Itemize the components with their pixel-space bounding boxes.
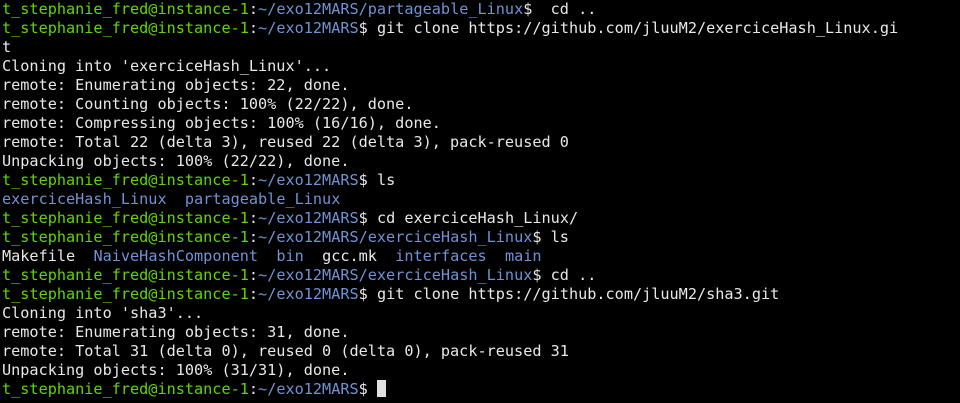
command-text: cd .. (532, 0, 597, 18)
terminal-cursor (376, 380, 386, 397)
prompt-separator: : (248, 266, 259, 284)
prompt-separator: : (248, 209, 259, 227)
prompt-user-host: t_stephanie_fred@instance-1 (2, 228, 249, 246)
prompt-line: t_stephanie_fred@instance-1:~/exo12MARS/… (2, 266, 960, 285)
prompt-line: t_stephanie_fred@instance-1:~/exo12MARS/… (2, 228, 960, 247)
prompt-separator: : (248, 0, 259, 18)
prompt-user-host: t_stephanie_fred@instance-1 (2, 0, 249, 18)
prompt-path: ~/exo12MARS (258, 171, 359, 189)
prompt-line: t_stephanie_fred@instance-1:~/exo12MARS$… (2, 19, 960, 38)
output-text: remote: Counting objects: 100% (22/22), … (2, 95, 414, 113)
output-text: remote: Total 22 (delta 3), reused 22 (d… (2, 133, 569, 151)
prompt-path: ~/exo12MARS (258, 19, 359, 37)
ls-output-line: Makefile NaiveHashComponent bin gcc.mk i… (2, 247, 960, 266)
prompt-dollar: $ (532, 266, 542, 284)
output-line: Cloning into 'sha3'... (2, 304, 960, 323)
prompt-dollar: $ (358, 171, 368, 189)
file-entry: gcc.mk (322, 247, 377, 265)
output-text: remote: Enumerating objects: 22, done. (2, 76, 350, 94)
prompt-line: t_stephanie_fred@instance-1:~/exo12MARS$… (2, 171, 960, 190)
prompt-separator: : (248, 285, 259, 303)
output-text: Unpacking objects: 100% (31/31), done. (2, 361, 350, 379)
prompt-user-host: t_stephanie_fred@instance-1 (2, 171, 249, 189)
directory-entry: main (504, 247, 542, 265)
prompt-line: t_stephanie_fred@instance-1:~/exo12MARS$… (2, 285, 960, 304)
command-text: ls (541, 228, 569, 246)
directory-entry: partageable_Linux (184, 190, 341, 208)
output-line: Unpacking objects: 100% (22/22), done. (2, 152, 960, 171)
prompt-user-host: t_stephanie_fred@instance-1 (2, 19, 249, 37)
output-text: Cloning into 'exerciceHash_Linux'... (2, 57, 332, 75)
prompt-user-host: t_stephanie_fred@instance-1 (2, 266, 249, 284)
output-text: Unpacking objects: 100% (22/22), done. (2, 152, 350, 170)
directory-entry: exerciceHash_Linux (2, 190, 167, 208)
prompt-user-host: t_stephanie_fred@instance-1 (2, 380, 249, 398)
command-text: cd .. (541, 266, 597, 284)
output-text: remote: Compressing objects: 100% (16/16… (2, 114, 441, 132)
prompt-dollar: $ (532, 228, 542, 246)
prompt-path: ~/exo12MARS/partageable_Linux (258, 0, 524, 18)
directory-entry: interfaces (395, 247, 487, 265)
prompt-dollar: $ (358, 285, 368, 303)
prompt-line: t_stephanie_fred@instance-1:~/exo12MARS$ (2, 380, 960, 399)
prompt-separator: : (248, 228, 259, 246)
output-line: Cloning into 'exerciceHash_Linux'... (2, 57, 960, 76)
command-text: git clone https://github.com/jluuM2/sha3… (367, 285, 780, 303)
output-text: remote: Total 31 (delta 0), reused 0 (de… (2, 342, 569, 360)
prompt-separator: : (248, 380, 259, 398)
output-line: remote: Enumerating objects: 31, done. (2, 323, 960, 342)
command-text: cd exerciceHash_Linux/ (367, 209, 579, 227)
output-text: Cloning into 'sha3'... (2, 304, 204, 322)
command-text: ls (367, 171, 396, 189)
prompt-dollar: $ (358, 19, 368, 37)
directory-entry: bin (276, 247, 304, 265)
prompt-dollar: $ (358, 209, 368, 227)
prompt-user-host: t_stephanie_fred@instance-1 (2, 209, 249, 227)
prompt-path: ~/exo12MARS/exerciceHash_Linux (258, 228, 533, 246)
output-line: remote: Enumerating objects: 22, done. (2, 76, 960, 95)
prompt-line: t_stephanie_fred@instance-1:~/exo12MARS$… (2, 209, 960, 228)
directory-entry: NaiveHashComponent (93, 247, 259, 265)
prompt-path: ~/exo12MARS (258, 285, 359, 303)
prompt-user-host: t_stephanie_fred@instance-1 (2, 285, 249, 303)
terminal-window[interactable]: t_stephanie_fred@instance-1:~/exo12MARS/… (0, 0, 960, 403)
command-text: git clone https://github.com/jluuM2/exer… (367, 19, 899, 37)
prompt-separator: : (248, 19, 259, 37)
file-entry: Makefile (2, 247, 76, 265)
output-line: remote: Compressing objects: 100% (16/16… (2, 114, 960, 133)
prompt-line: t_stephanie_fred@instance-1:~/exo12MARS/… (2, 0, 960, 19)
output-text: remote: Enumerating objects: 31, done. (2, 323, 350, 341)
output-line: remote: Counting objects: 100% (22/22), … (2, 95, 960, 114)
output-text: t (2, 38, 12, 56)
output-line: t (2, 38, 960, 57)
prompt-path: ~/exo12MARS (258, 209, 359, 227)
output-line: remote: Total 31 (delta 0), reused 0 (de… (2, 342, 960, 361)
prompt-dollar: $ (523, 0, 533, 18)
prompt-separator: : (248, 171, 259, 189)
prompt-dollar: $ (358, 380, 368, 398)
command-text (368, 380, 377, 398)
output-line: Unpacking objects: 100% (31/31), done. (2, 361, 960, 380)
prompt-path: ~/exo12MARS (258, 380, 359, 398)
output-line: remote: Total 22 (delta 3), reused 22 (d… (2, 133, 960, 152)
prompt-path: ~/exo12MARS/exerciceHash_Linux (258, 266, 533, 284)
ls-output-line: exerciceHash_Linux partageable_Linux (2, 190, 960, 209)
